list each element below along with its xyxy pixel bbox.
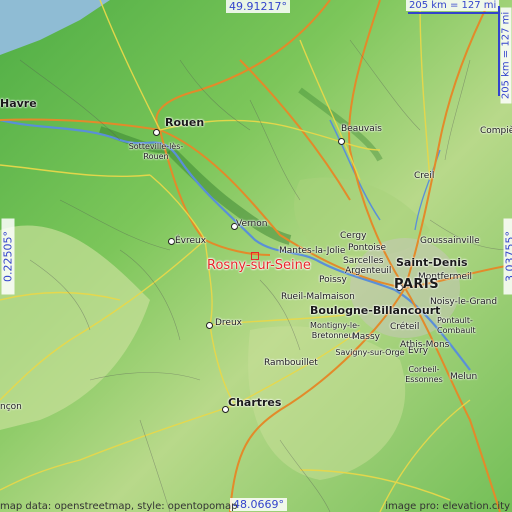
- place-label: Boulogne-Billancourt: [310, 304, 441, 317]
- place-label: Saint-Denis: [396, 256, 468, 269]
- target-location-label: Rosny-sur-Seine: [207, 258, 311, 273]
- place-label: Évreux: [175, 236, 207, 246]
- place-label: Corbeil-Essonnes: [405, 365, 443, 384]
- coord-south: 48.0669°: [230, 498, 287, 511]
- rouen-marker: [153, 129, 160, 136]
- dreux-marker: [206, 322, 213, 329]
- attribution-left: map data: openstreetmap, style: opentopo…: [0, 501, 238, 512]
- place-label: Rambouillet: [264, 358, 318, 368]
- paris-label: PARIS: [394, 277, 440, 292]
- place-label: Sarcelles: [343, 256, 384, 266]
- place-label: Cergy: [340, 231, 367, 241]
- place-label: Beauvais: [341, 124, 382, 134]
- elevation-map[interactable]: Havre Rouen Sotteville-lès-Rouen Beauvai…: [0, 0, 512, 512]
- scale-horizontal: 205 km = 127 mi: [406, 0, 500, 11]
- place-label: Havre: [0, 97, 37, 110]
- place-label: Vernon: [236, 219, 268, 229]
- place-label: Creil: [414, 171, 435, 181]
- place-label: nçon: [0, 402, 22, 412]
- scale-vertical: 205 km = 127 mi: [500, 7, 512, 104]
- place-label: Rouen: [165, 116, 205, 129]
- place-label: Poissy: [319, 275, 347, 285]
- place-label: Argenteuil: [345, 266, 392, 276]
- place-label: Sotteville-lès-Rouen: [128, 142, 184, 161]
- place-label: Goussainville: [420, 236, 480, 246]
- coord-west: 0.22505°: [1, 218, 15, 295]
- place-label: Évry: [408, 346, 429, 356]
- place-label: Pontault-Combault: [437, 316, 476, 335]
- coord-east: 3.03755°: [503, 218, 512, 295]
- place-label: Savigny-sur-Orge: [335, 348, 405, 357]
- place-label: Chartres: [228, 396, 282, 409]
- place-label: Compiè: [480, 126, 512, 136]
- place-label: Mantes-la-Jolie: [279, 246, 346, 256]
- beauvais-marker: [338, 138, 345, 145]
- coord-north: 49.91217°: [226, 0, 290, 13]
- place-label: Massy: [352, 332, 380, 342]
- place-label: Melun: [450, 372, 478, 382]
- place-label: Dreux: [215, 318, 242, 328]
- place-label: Créteil: [390, 322, 420, 332]
- place-label: Pontoise: [348, 243, 387, 253]
- attribution-right: image pro: elevation.city: [385, 501, 510, 512]
- scale-horizontal-bar: [408, 12, 498, 14]
- evreux-marker: [168, 238, 175, 245]
- place-label: Rueil-Malmaison: [281, 292, 355, 302]
